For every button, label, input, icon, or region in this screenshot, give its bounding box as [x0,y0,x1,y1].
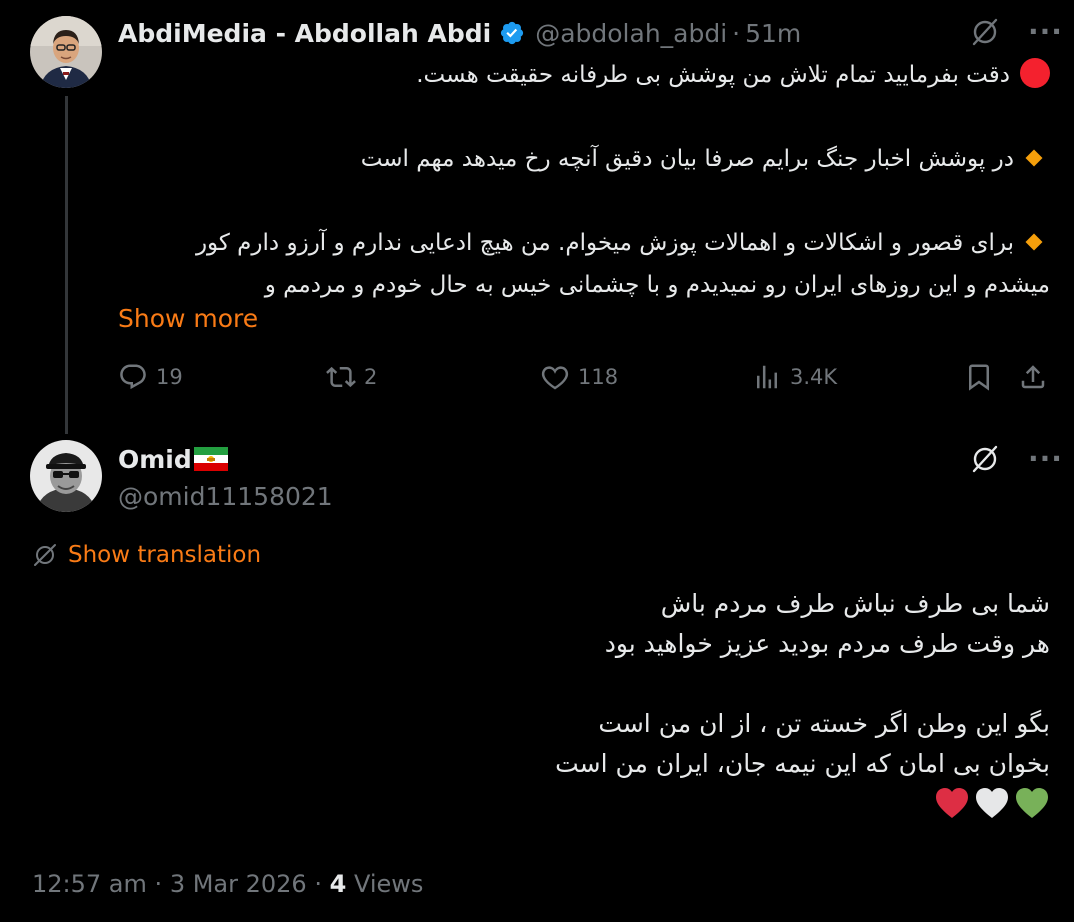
show-translation-label: Show translation [68,542,262,568]
tweet-line-text: دقت بفرمایید تمام تلاش من پوشش بی طرفانه… [416,62,1010,88]
reply-author-display-name[interactable]: Omid [118,445,192,474]
verified-badge-icon [499,20,525,46]
tweet-line-text: میشدم و این روزهای ایران رو نمیدیدم و با… [264,272,1050,298]
reply-views-label: Views [353,870,424,898]
reply-author-avatar[interactable] [30,440,102,512]
more-options-icon[interactable]: ··· [1028,445,1063,473]
more-options-icon[interactable]: ··· [1028,18,1063,46]
tweet-line: در پوشش اخبار جنگ برایم صرفا بیان دقیق آ… [110,138,1050,180]
tweet-line: میشدم و این روزهای ایران رو نمیدیدم و با… [110,264,1050,306]
reply-date[interactable]: 3 Mar 2026 [170,870,307,898]
reply-header-handle: @omid11158021 [118,479,333,513]
author-handle[interactable]: @abdolah_abdi [535,19,727,48]
tweet-action-bar: 19 2 118 3.4K [118,362,1052,402]
translate-icon [34,544,56,566]
analytics-icon [757,365,777,389]
tweet-top-actions: ··· [970,17,1063,47]
grok-icon[interactable] [970,444,1000,474]
reply-top-actions: ··· [970,444,1063,474]
reply-button[interactable]: 19 [118,362,183,392]
tweet-text: دقت بفرمایید تمام تلاش من پوشش بی طرفانه… [110,54,1050,306]
repost-button[interactable]: 2 [326,362,377,392]
reply-line: بگو این وطن اگر خسته تن ، از ان من است [598,709,1050,738]
like-count: 118 [578,365,619,389]
bookmark-button[interactable] [964,362,994,392]
reply-timestamp[interactable]: 12:57 am [32,870,147,898]
tweet-line-text: در پوشش اخبار جنگ برایم صرفا بیان دقیق آ… [360,146,1014,172]
reply-views-count: 4 [329,870,347,898]
reply-icon [120,364,146,390]
red-circle-emoji-icon [1020,58,1050,88]
reply-line: بخوان بی امان که این نیمه جان، ایران من … [555,749,1050,778]
tweet-time[interactable]: 51m [745,19,801,48]
heart-outline-icon [541,366,569,390]
reply-text: شما بی طرف نباش طرف مردم باش هر وقت طرف … [50,584,1050,820]
reply-line: هر وقت طرف مردم بودید عزیز خواهید بود [604,629,1050,658]
views-count: 3.4K [790,365,838,389]
meta-separator: · [314,870,322,898]
author-avatar[interactable] [30,16,102,88]
reply-header-name: Omid [118,442,228,476]
reply-count: 19 [156,365,183,389]
grok-icon[interactable] [970,17,1000,47]
repost-count: 2 [364,365,378,389]
bookmark-icon [969,364,989,391]
reply-author-handle[interactable]: @omid11158021 [118,482,333,511]
reply-meta-footer: 12:57 am · 3 Mar 2026 · 4 Views [32,870,423,898]
like-button[interactable]: 118 [540,362,618,392]
heart-emojis [50,786,1050,820]
tweet-header: AbdiMedia - Abdollah Abdi @abdolah_abdi … [118,16,801,50]
red-heart-icon [936,788,968,818]
meta-separator: · [154,870,163,898]
meta-separator: · [732,18,741,48]
tweet-line: برای قصور و اشکالات و اهمالات پوزش میخوا… [110,222,1050,264]
share-icon [1021,365,1045,389]
reply-line: شما بی طرف نباش طرف مردم باش [660,589,1050,618]
share-button[interactable] [1018,362,1048,392]
thread-connector-line [65,96,68,434]
tweet-line-text: برای قصور و اشکالات و اهمالات پوزش میخوا… [195,230,1014,256]
tweet-line: دقت بفرمایید تمام تلاش من پوشش بی طرفانه… [110,54,1050,96]
white-heart-icon [976,788,1008,818]
orange-diamond-emoji-icon [1025,149,1043,167]
show-more-link[interactable]: Show more [118,304,258,333]
repost-icon [326,366,356,388]
iran-lion-sun-flag-icon [193,447,228,471]
green-heart-icon [1016,788,1048,818]
author-display-name[interactable]: AbdiMedia - Abdollah Abdi [118,19,491,48]
show-translation-link[interactable]: Show translation [32,542,261,568]
orange-diamond-emoji-icon [1025,233,1043,251]
views-button[interactable]: 3.4K [752,362,837,392]
